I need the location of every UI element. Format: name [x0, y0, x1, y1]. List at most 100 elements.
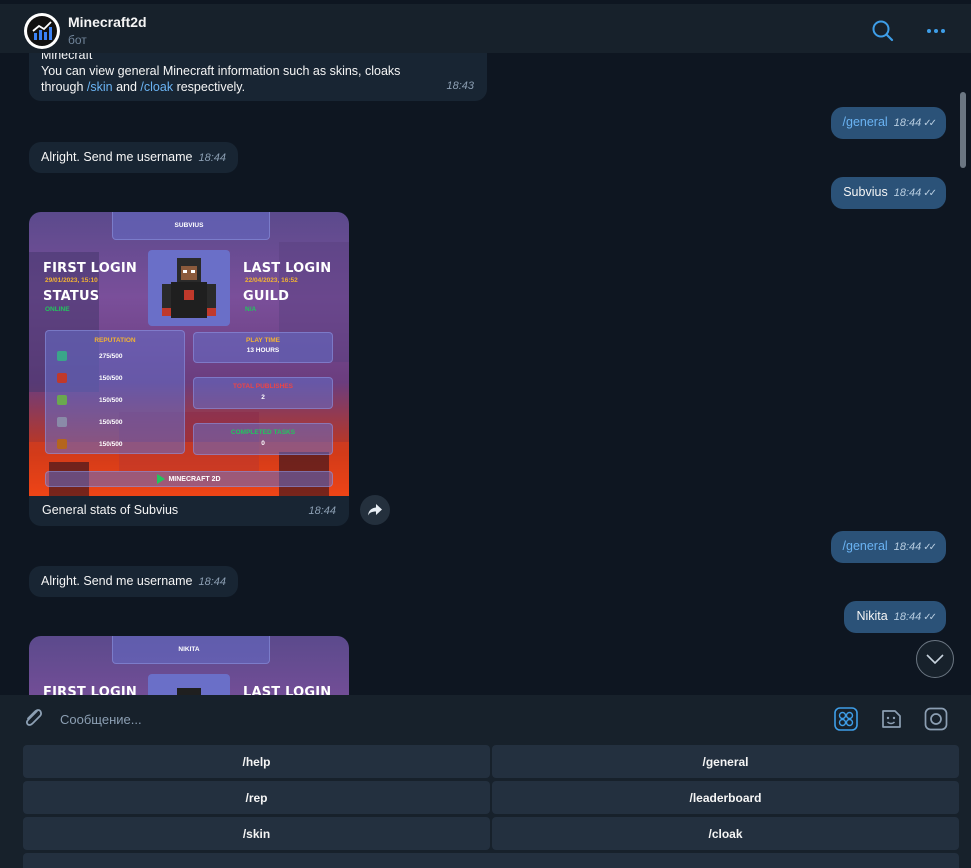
message-text: Alright. Send me username	[41, 574, 193, 588]
message-time: 18:44	[308, 505, 336, 517]
more-icon[interactable]	[922, 18, 950, 44]
message-time: 18:44	[893, 541, 922, 553]
brand-label: MINECRAFT 2D	[168, 475, 221, 483]
tasks-value: 0	[261, 440, 265, 447]
status-value: ONLINE	[45, 306, 70, 313]
stats-card-image[interactable]: SUBVIUS FIRST LOGIN 29/01/2023, 15:10 ST…	[29, 212, 349, 496]
reputation-label: REPUTATION	[94, 337, 136, 344]
chat-header: Minecraft2d бот	[0, 0, 971, 53]
message-time: 18:44	[198, 152, 226, 164]
tasks-label: COMPLETED TASKS	[230, 429, 296, 436]
first-login-value: 29/01/2023, 15:10	[45, 277, 98, 284]
double-check-icon: ✓✓	[923, 118, 937, 129]
double-check-icon: ✓✓	[923, 188, 937, 199]
chat-title[interactable]: Minecraft2d	[68, 14, 147, 30]
reputation-panel	[45, 330, 185, 454]
rep-value: 150/500	[99, 441, 123, 448]
share-icon	[368, 504, 382, 516]
bot-avatar[interactable]	[24, 13, 60, 49]
last-login-label: LAST LOGIN	[243, 685, 332, 695]
message-text-line: You can view general Minecraft informati…	[41, 64, 401, 78]
player-skin-icon	[162, 258, 216, 318]
publishes-panel	[193, 377, 333, 409]
first-login-label: FIRST LOGIN	[43, 685, 137, 695]
scroll-down-button[interactable]	[916, 640, 954, 678]
share-button[interactable]	[360, 495, 390, 525]
message-input[interactable]	[60, 705, 800, 733]
message-time: 18:44	[893, 117, 922, 129]
message-text-line: Minecraft	[41, 53, 93, 62]
first-login-label: FIRST LOGIN	[43, 261, 137, 276]
tasks-panel	[193, 423, 333, 455]
skin-command-link[interactable]: /skin	[87, 80, 113, 94]
message-list[interactable]: Minecraft You can view general Minecraft…	[0, 53, 971, 695]
leaderboard-command-button[interactable]: /leaderboard	[492, 781, 959, 814]
play-time-label: PLAY TIME	[246, 337, 280, 344]
message-user-username: Subvius 18:44 ✓✓	[831, 177, 946, 209]
rep-category-icon	[57, 439, 67, 449]
rep-category-icon	[57, 373, 67, 383]
general-command-button[interactable]: /general	[492, 745, 959, 778]
play-time-value: 13 HOURS	[246, 347, 280, 354]
message-bot-ask-username: Alright. Send me username 18:44	[29, 142, 238, 173]
last-login-label: LAST LOGIN	[243, 261, 332, 276]
rep-category-icon	[57, 351, 67, 361]
message-text: Alright. Send me username	[41, 150, 193, 164]
publishes-label: TOTAL PUBLISHES	[233, 383, 293, 390]
player-skin-portrait	[148, 250, 230, 326]
player-skin-portrait	[148, 674, 230, 695]
bot-keyboard: /help /general /rep /leaderboard /skin /…	[0, 744, 971, 868]
message-time: 18:44	[893, 187, 922, 199]
double-check-icon: ✓✓	[923, 612, 937, 623]
chevron-down-icon	[926, 654, 944, 664]
brand-row: MINECRAFT 2D	[45, 474, 333, 484]
rep-value: 150/500	[99, 375, 123, 382]
guild-label: GUILD	[243, 289, 290, 304]
rep-value: 150/500	[99, 397, 123, 404]
sticker-icon[interactable]	[879, 707, 903, 731]
chat-scrollbar[interactable]	[960, 92, 966, 168]
photo-caption: General stats of Subvius	[42, 503, 179, 517]
message-time: 18:44	[893, 611, 922, 623]
status-label: STATUS	[43, 289, 100, 304]
paperclip-icon[interactable]	[20, 705, 46, 731]
chat-subtitle: бот	[68, 33, 87, 47]
card-username: NIKITA	[178, 646, 200, 653]
help-command-button[interactable]: /help	[23, 745, 490, 778]
card-username: SUBVIUS	[174, 222, 204, 229]
publishes-value: 2	[261, 394, 265, 401]
player-skin-head	[177, 688, 201, 695]
cloak-command-link[interactable]: /cloak	[140, 80, 173, 94]
rep-command-button[interactable]: /rep	[23, 781, 490, 814]
camera-icon[interactable]	[924, 707, 948, 731]
message-bot-ask-username: Alright. Send me username 18:44	[29, 566, 238, 597]
rep-value: 150/500	[99, 419, 123, 426]
rep-value: 275/500	[99, 353, 123, 360]
message-composer	[0, 695, 971, 744]
play-logo-icon	[157, 474, 166, 484]
cloak-command-button[interactable]: /cloak	[492, 817, 959, 850]
message-user-general: /general 18:44 ✓✓	[830, 107, 946, 139]
message-user-username: Nikita 18:44 ✓✓	[844, 601, 946, 633]
general-command-link[interactable]: /general	[843, 115, 888, 129]
message-bot-stats-photo: SUBVIUS FIRST LOGIN 29/01/2023, 15:10 ST…	[29, 212, 349, 526]
message-user-general: /general 18:44 ✓✓	[830, 531, 946, 563]
message-text: Subvius	[843, 185, 888, 199]
guild-value: N/A	[245, 306, 257, 313]
search-icon[interactable]	[870, 18, 896, 44]
next-command-button-partial[interactable]	[23, 853, 959, 868]
message-time: 18:44	[198, 576, 226, 588]
rep-category-icon	[57, 395, 67, 405]
double-check-icon: ✓✓	[923, 542, 937, 553]
message-text-line: through /skin and /cloak respectively.	[41, 80, 246, 94]
message-text: Nikita	[856, 609, 888, 623]
stats-card-image-partial[interactable]: NIKITA FIRST LOGIN LAST LOGIN	[29, 636, 349, 695]
keyboard-grid-icon[interactable]	[834, 707, 858, 731]
last-login-value: 22/04/2023, 16:52	[245, 277, 298, 284]
rep-category-icon	[57, 417, 67, 427]
message-bot-intro: Minecraft You can view general Minecraft…	[29, 53, 487, 101]
message-time: 18:43	[446, 80, 474, 92]
skin-command-button[interactable]: /skin	[23, 817, 490, 850]
general-command-link[interactable]: /general	[843, 539, 888, 553]
chart-logo-icon	[27, 16, 57, 46]
